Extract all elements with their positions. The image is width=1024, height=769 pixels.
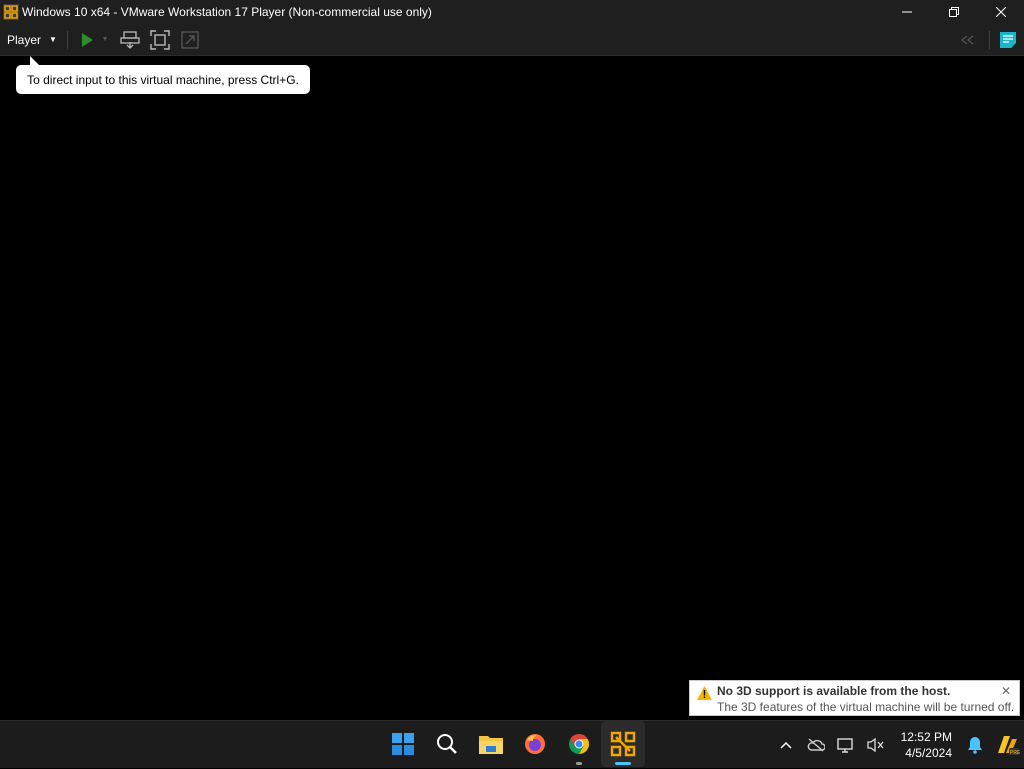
toolbar-divider	[66, 30, 68, 49]
volume-muted-icon	[866, 737, 884, 753]
restore-icon	[948, 7, 959, 17]
start-button[interactable]	[381, 721, 425, 767]
clock[interactable]: 12:52 PM 4/5/2024	[891, 729, 960, 761]
toolbar-right-divider	[989, 30, 990, 49]
clock-date: 4/5/2024	[905, 746, 952, 760]
close-icon: ✕	[1000, 684, 1011, 698]
player-menu-label: Player	[7, 32, 42, 47]
onedrive-icon	[807, 738, 825, 752]
power-dropdown-icon: ▼	[101, 36, 109, 43]
vmware-button[interactable]	[601, 721, 645, 767]
collapse-toolbar-button[interactable]	[955, 27, 983, 53]
tooltip-text: To direct input to this virtual machine,…	[27, 72, 299, 87]
file-explorer-button[interactable]	[469, 721, 513, 767]
unity-icon	[181, 30, 199, 49]
windows-taskbar: 12:52 PM 4/5/2024 PRE	[0, 720, 1024, 768]
show-hidden-icons-button[interactable]	[771, 725, 801, 765]
firefox-icon	[525, 734, 545, 754]
start-icon	[392, 733, 414, 755]
file-explorer-icon	[479, 736, 503, 754]
running-indicator	[576, 762, 582, 765]
search-button[interactable]	[425, 721, 469, 767]
search-icon	[437, 734, 457, 754]
close-button[interactable]	[977, 0, 1024, 24]
close-icon	[995, 7, 1006, 17]
warning-icon	[697, 686, 712, 700]
chevron-down-icon: ▼	[49, 35, 57, 44]
toolbar-right	[955, 24, 1024, 55]
back-arrows-icon	[961, 34, 974, 45]
window-title: Windows 10 x64 - VMware Workstation 17 P…	[22, 5, 432, 19]
taskbar-apps	[381, 721, 645, 769]
chrome-button[interactable]	[557, 721, 601, 767]
firefox-button[interactable]	[513, 721, 557, 767]
notification-body: The 3D features of the virtual machine w…	[717, 700, 1015, 714]
copilot-icon: PRE	[998, 736, 1020, 756]
title-bar: Windows 10 x64 - VMware Workstation 17 P…	[0, 0, 1024, 24]
minimize-icon	[901, 11, 912, 13]
notification-title: No 3D support is available from the host…	[717, 684, 951, 698]
send-ctrl-alt-del-icon	[120, 30, 140, 49]
chevron-up-icon	[780, 741, 792, 749]
copilot-button[interactable]: PRE	[990, 725, 1024, 765]
network-button[interactable]	[831, 725, 861, 765]
no-3d-notification: No 3D support is available from the host…	[689, 680, 1020, 716]
active-indicator	[615, 762, 631, 765]
power-on-button[interactable]: ▼	[74, 27, 114, 53]
unity-button[interactable]	[176, 27, 204, 53]
vmware-app-icon	[3, 4, 19, 20]
chrome-icon	[569, 734, 589, 754]
notification-close-button[interactable]: ✕	[1001, 684, 1011, 698]
bell-icon	[968, 737, 982, 754]
full-screen-icon	[150, 29, 170, 50]
restore-button[interactable]	[930, 0, 977, 24]
clock-time: 12:52 PM	[900, 730, 952, 744]
onedrive-button[interactable]	[801, 725, 831, 765]
network-icon	[836, 738, 853, 753]
minimize-button[interactable]	[883, 0, 930, 24]
notes-icon	[1000, 31, 1016, 48]
input-hint-tooltip: To direct input to this virtual machine,…	[16, 56, 310, 94]
system-tray: 12:52 PM 4/5/2024 PRE	[771, 721, 1024, 769]
window-controls	[883, 0, 1024, 24]
svg-text:PRE: PRE	[1010, 750, 1020, 756]
notifications-button[interactable]	[960, 725, 990, 765]
player-menu-button[interactable]: Player ▼	[0, 24, 64, 55]
vm-toolbar: Player ▼ ▼	[0, 24, 1024, 56]
play-icon	[82, 32, 94, 47]
send-ctrl-alt-del-button[interactable]	[116, 27, 144, 53]
volume-button[interactable]	[861, 725, 891, 765]
message-log-button[interactable]	[994, 27, 1022, 53]
vm-display[interactable]	[0, 56, 1024, 720]
vmware-icon	[610, 731, 636, 757]
full-screen-button[interactable]	[146, 27, 174, 53]
